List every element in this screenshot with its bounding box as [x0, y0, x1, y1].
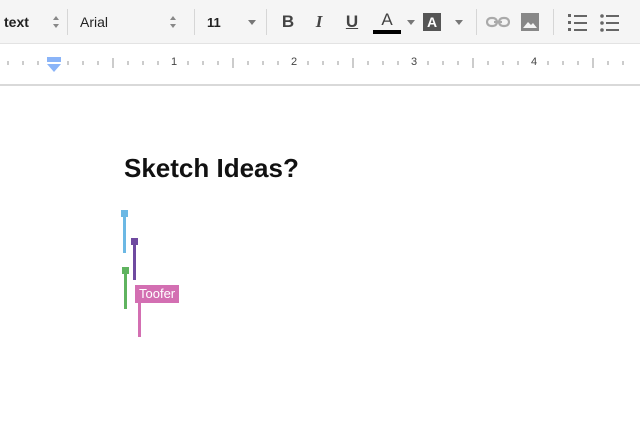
toolbar-divider [476, 9, 477, 35]
image-icon [521, 13, 539, 31]
text-color-swatch [373, 29, 401, 34]
toolbar-divider [194, 9, 195, 35]
collaborator-cursor [123, 214, 126, 253]
collaborator-cursor [133, 242, 136, 280]
ruler-divider [0, 84, 640, 86]
paragraph-style-select[interactable]: text [4, 0, 61, 44]
highlight-icon: A [423, 13, 441, 31]
numbered-list-icon [568, 14, 587, 31]
collaborator-cursor [124, 271, 127, 309]
updown-arrows-icon [51, 14, 61, 30]
numbered-list-button[interactable] [568, 0, 588, 44]
ruler[interactable] [0, 53, 640, 75]
underline-button[interactable]: U [338, 0, 366, 44]
font-size-value: 11 [207, 14, 221, 30]
text-color-icon: A [381, 9, 393, 29]
ruler-number: 1 [171, 56, 178, 68]
document-heading[interactable]: Sketch Ideas? [124, 153, 299, 184]
insert-link-button[interactable] [486, 0, 510, 44]
font-size-select[interactable]: 11 [207, 0, 256, 44]
toolbar-divider [67, 9, 68, 35]
italic-icon: I [315, 12, 323, 31]
highlight-color-button[interactable]: A [423, 0, 441, 44]
toolbar-divider [553, 9, 554, 35]
text-color-button[interactable]: A [372, 0, 402, 44]
paragraph-style-value: text [4, 14, 29, 30]
ruler-number: 2 [291, 56, 298, 68]
bulleted-list-button[interactable] [600, 0, 620, 44]
highlight-color-dropdown[interactable] [455, 0, 463, 44]
collaborator-name-tag: Toofer [135, 285, 180, 303]
italic-button[interactable]: I [305, 0, 333, 44]
toolbar-divider [266, 9, 267, 35]
chevron-down-icon [247, 19, 256, 25]
font-family-select[interactable]: Arial [80, 0, 178, 44]
text-color-dropdown[interactable] [407, 0, 415, 44]
link-icon [486, 16, 510, 28]
insert-image-button[interactable] [521, 0, 539, 44]
font-family-value: Arial [80, 14, 109, 30]
bulleted-list-icon [600, 14, 619, 32]
chevron-down-icon [407, 19, 415, 25]
bold-button[interactable]: B [274, 0, 302, 44]
ruler-ticks [7, 58, 624, 68]
collaborator-cursor [138, 300, 141, 337]
indent-marker-icon[interactable] [47, 57, 61, 78]
updown-arrows-icon [168, 14, 178, 30]
formatting-toolbar: text Arial 11 B I U A A [0, 0, 640, 44]
underline-icon: U [345, 12, 359, 31]
ruler-number: 3 [411, 56, 418, 68]
bold-icon: B [281, 12, 295, 31]
chevron-down-icon [455, 19, 463, 25]
ruler-number: 4 [531, 56, 538, 68]
